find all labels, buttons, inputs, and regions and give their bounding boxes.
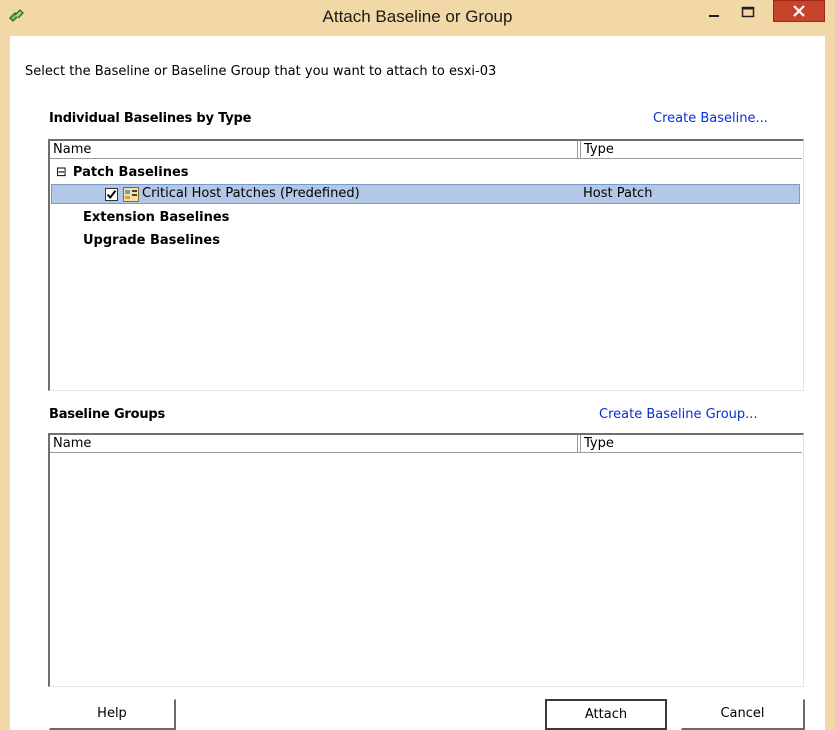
- group-label: Patch Baselines: [72, 165, 189, 180]
- maximize-button[interactable]: [735, 1, 761, 23]
- minimize-button[interactable]: [701, 1, 727, 23]
- checkbox-checked[interactable]: [105, 188, 118, 201]
- baseline-groups-list[interactable]: Name Type: [48, 433, 804, 687]
- column-header-type[interactable]: Type: [580, 435, 800, 452]
- individual-baselines-heading: Individual Baselines by Type: [49, 111, 252, 126]
- list-header: Name Type: [50, 435, 802, 453]
- baseline-name: Critical Host Patches (Predefined): [142, 186, 360, 201]
- baseline-icon: [123, 187, 139, 206]
- baseline-groups-heading: Baseline Groups: [49, 407, 166, 422]
- group-row-patch-baselines[interactable]: ⊟ Patch Baselines: [56, 163, 189, 183]
- collapse-icon[interactable]: ⊟: [56, 165, 67, 180]
- column-header-name[interactable]: Name: [50, 141, 578, 158]
- table-row-selected[interactable]: Critical Host Patches (Predefined) Host …: [51, 184, 800, 204]
- attach-baseline-dialog: Attach Baseline or Group Select the Base…: [0, 0, 835, 730]
- individual-baselines-list[interactable]: Name Type ⊟ Patch Baselines Critical Host…: [48, 139, 804, 391]
- instruction-text: Select the Baseline or Baseline Group th…: [25, 64, 497, 79]
- list-header: Name Type: [50, 141, 802, 159]
- create-baseline-link[interactable]: Create Baseline...: [653, 111, 768, 126]
- cancel-button[interactable]: Cancel: [681, 699, 805, 730]
- baseline-type: Host Patch: [583, 186, 653, 201]
- attach-button[interactable]: Attach: [545, 699, 667, 730]
- group-row-upgrade-baselines[interactable]: Upgrade Baselines: [83, 231, 220, 251]
- close-button[interactable]: [773, 0, 825, 22]
- group-row-extension-baselines[interactable]: Extension Baselines: [83, 208, 229, 228]
- column-header-type[interactable]: Type: [580, 141, 800, 158]
- title-bar[interactable]: Attach Baseline or Group: [0, 0, 835, 36]
- column-header-name[interactable]: Name: [50, 435, 578, 452]
- help-button[interactable]: Help: [49, 699, 176, 730]
- create-baseline-group-link[interactable]: Create Baseline Group...: [599, 407, 758, 422]
